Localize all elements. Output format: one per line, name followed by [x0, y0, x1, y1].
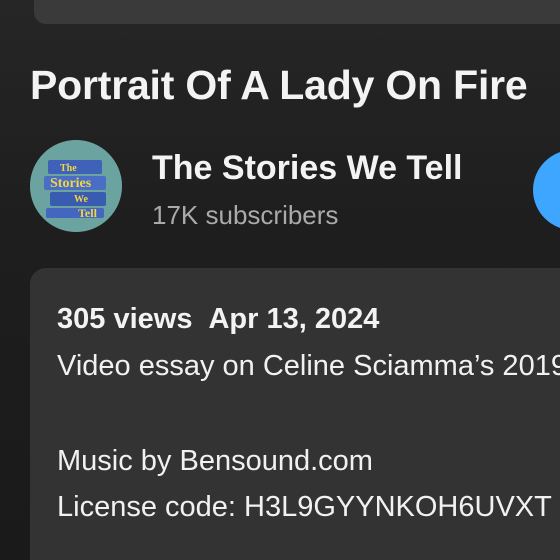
upload-date: Apr 13, 2024: [208, 303, 380, 335]
avatar-text-stories: Stories: [50, 176, 92, 191]
channel-avatar[interactable]: The Stories We Tell: [30, 140, 122, 232]
avatar-text-the: The: [60, 163, 77, 174]
channel-name[interactable]: The Stories We Tell: [152, 149, 462, 188]
video-player-bottom-edge[interactable]: [34, 0, 560, 24]
description-line: Music by Bensound.com: [57, 445, 373, 477]
video-watch-page: Portrait Of A Lady On Fire The Stories W…: [0, 0, 560, 560]
view-count: 305 views: [57, 303, 193, 335]
avatar-text-tell: Tell: [78, 206, 98, 220]
subscriber-count: 17K subscribers: [152, 200, 339, 230]
description-meta: 305 views Apr 13, 2024: [57, 303, 379, 336]
video-title: Portrait Of A Lady On Fire: [30, 62, 528, 108]
subscribe-button[interactable]: [533, 150, 560, 230]
books-stack-logo-icon: The Stories We Tell: [30, 140, 122, 232]
description-line: License code: H3L9GYYNKOH6UVXT: [57, 491, 552, 523]
description-line: Video essay on Celine Sciamma’s 2019 fil…: [57, 350, 560, 382]
avatar-text-we: We: [74, 194, 88, 205]
